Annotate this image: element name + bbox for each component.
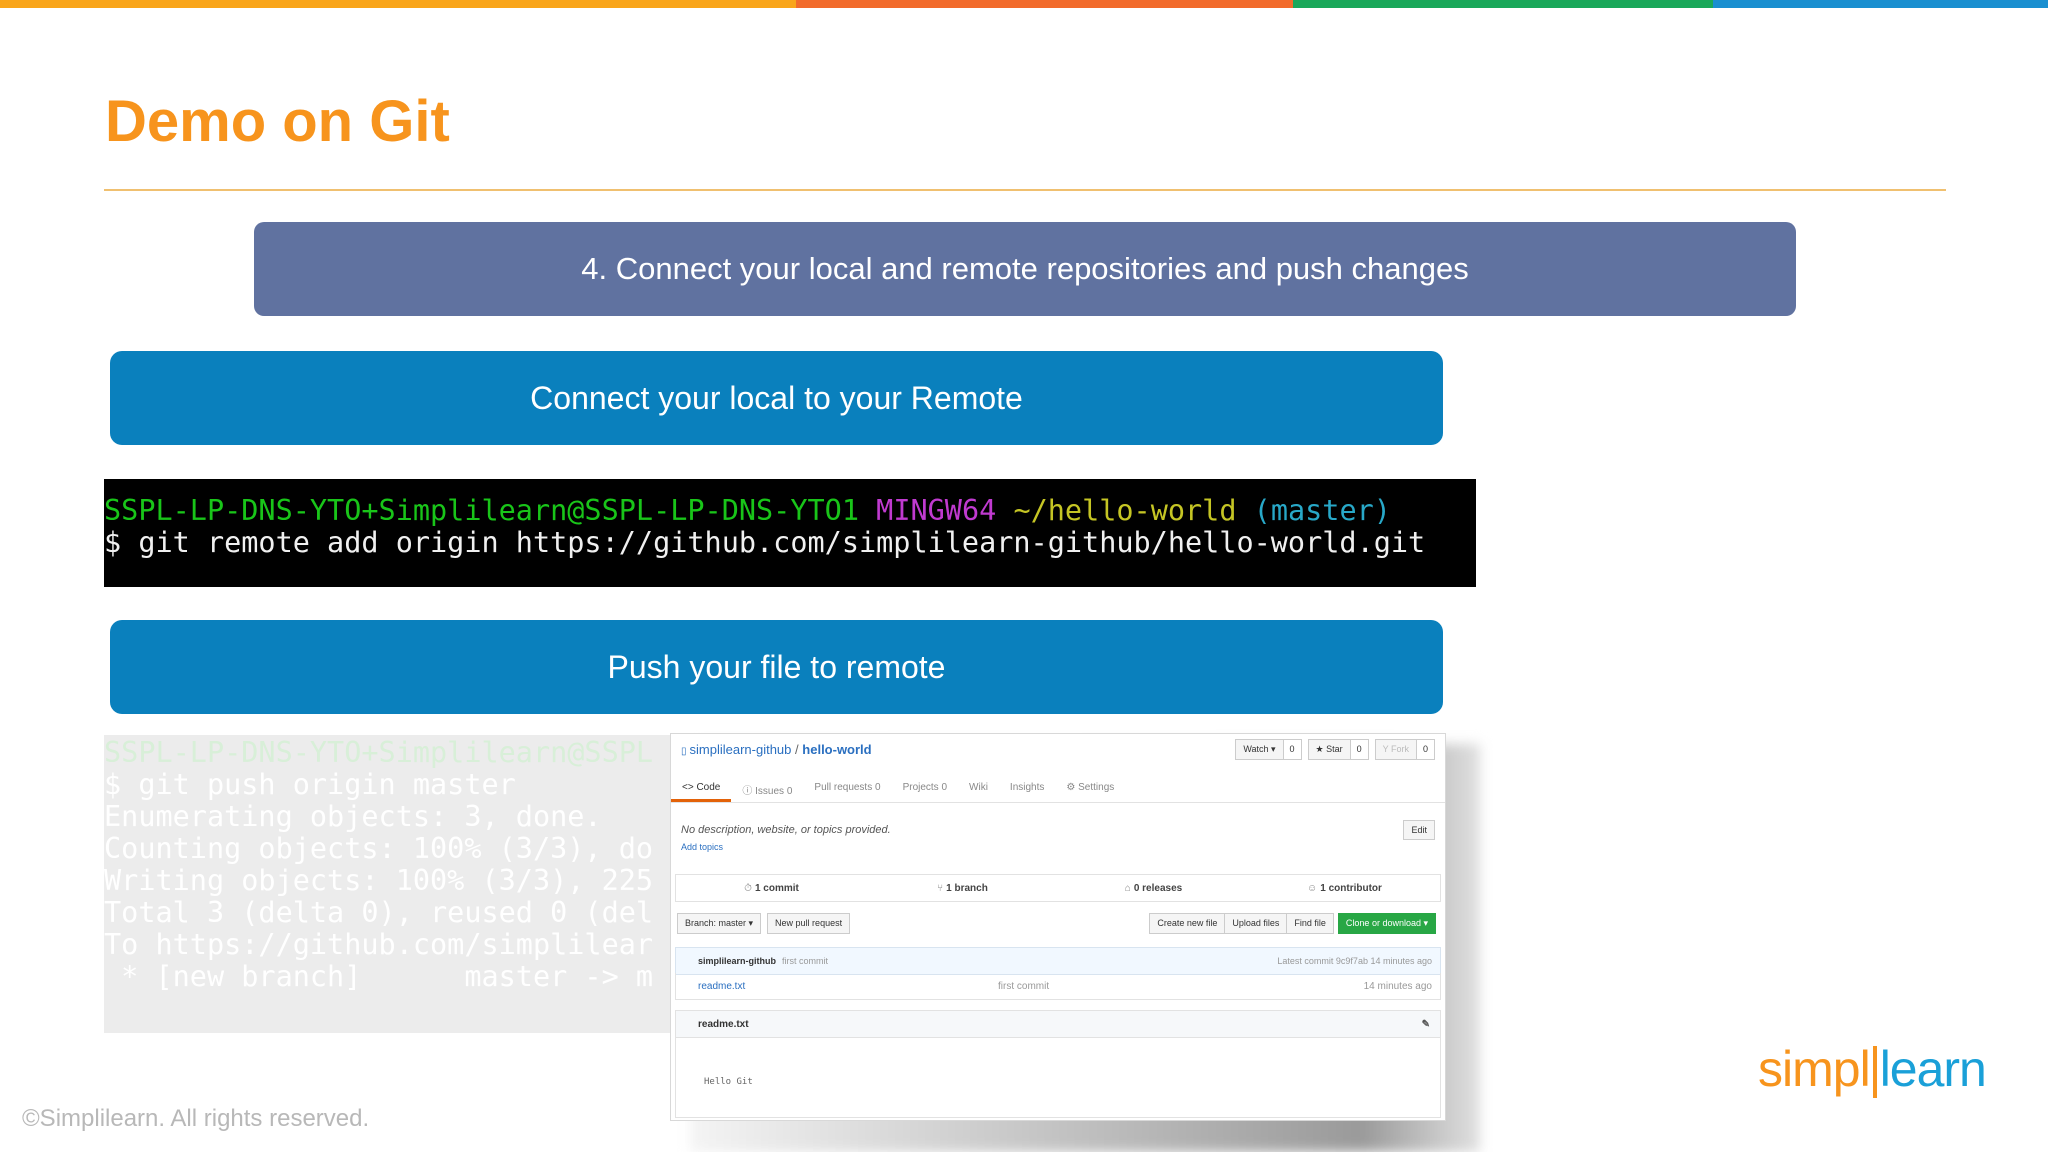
push-line: To https://github.com/simplilear xyxy=(104,928,654,961)
commit-author[interactable]: simplilearn-github xyxy=(698,956,776,966)
repo-path-separator: / xyxy=(795,742,799,757)
releases-count: 0 releases xyxy=(1133,882,1183,894)
commits-stat[interactable]: ⏱ 1 commit xyxy=(676,883,867,894)
branch-toolbar: Branch: master ▾ New pull request Create… xyxy=(677,913,1442,934)
terminal-remote-add: SSPL-LP-DNS-YTO+Simplilearn@SSPL-LP-DNS-… xyxy=(104,479,1476,587)
connect-banner-text: Connect your local to your Remote xyxy=(530,379,1023,416)
terminal-prompt-path: ~/hello-world xyxy=(1013,494,1237,527)
terminal-prompt-branch: (master) xyxy=(1253,494,1391,527)
watch-count[interactable]: 0 xyxy=(1282,739,1302,760)
tab-insights[interactable]: Insights xyxy=(999,776,1055,802)
connect-banner: Connect your local to your Remote xyxy=(110,351,1443,445)
edit-button[interactable]: Edit xyxy=(1403,820,1435,840)
logo-text-right: learn xyxy=(1879,1041,1987,1097)
terminal-prompt-user: SSPL-LP-DNS-YTO+Simplilearn@SSPL-LP-DNS-… xyxy=(104,494,859,527)
tab-wiki[interactable]: Wiki xyxy=(958,776,999,802)
people-icon: ☺ xyxy=(1307,882,1318,894)
fork-button[interactable]: Y Fork xyxy=(1374,739,1417,760)
tag-icon: ⌂ xyxy=(1124,882,1131,894)
repo-path: ▯ simplilearn-github / hello-world xyxy=(681,742,872,757)
push-line: $ git push origin master xyxy=(104,768,516,801)
push-line: Writing objects: 100% (3/3), 225 xyxy=(104,864,654,897)
push-banner: Push your file to remote xyxy=(110,620,1443,714)
branches-count: 1 branch xyxy=(946,882,988,894)
tab-pull-requests[interactable]: Pull requests 0 xyxy=(803,776,891,802)
tab-code[interactable]: <> Code xyxy=(671,776,732,802)
slide-title: Demo on Git xyxy=(105,89,450,154)
commit-message[interactable]: first commit xyxy=(782,956,828,966)
top-color-bar xyxy=(0,0,2048,8)
readme-content: Hello Git xyxy=(704,1077,753,1087)
new-pull-request-button[interactable]: New pull request xyxy=(767,913,851,934)
file-name-link[interactable]: readme.txt xyxy=(698,981,998,992)
tab-settings[interactable]: ⚙ Settings xyxy=(1055,776,1125,802)
logo-text-left: simpl xyxy=(1758,1041,1871,1097)
commits-count: 1 commit xyxy=(754,882,799,894)
title-divider xyxy=(104,189,1946,191)
top-bar-segment-green xyxy=(1293,0,1713,8)
step-banner: 4. Connect your local and remote reposit… xyxy=(254,222,1796,316)
file-age: 14 minutes ago xyxy=(1363,980,1432,992)
latest-commit-bar: simplilearn-github first commit Latest c… xyxy=(675,947,1441,975)
watch-button[interactable]: Watch ▾ xyxy=(1235,739,1284,760)
add-topics-link[interactable]: Add topics xyxy=(681,842,723,852)
clone-download-button[interactable]: Clone or download ▾ xyxy=(1337,913,1436,934)
readme-title: readme.txt xyxy=(698,1018,749,1030)
repo-description: No description, website, or topics provi… xyxy=(681,824,891,836)
push-banner-text: Push your file to remote xyxy=(607,648,946,685)
step-banner-text: 4. Connect your local and remote reposit… xyxy=(581,251,1469,286)
file-row: readme.txt first commit 14 minutes ago xyxy=(675,973,1441,1000)
copyright-notice: ©Simplilearn. All rights reserved. xyxy=(22,1105,370,1132)
file-actions: Create new file Upload files Find file C… xyxy=(1149,913,1436,934)
top-bar-segment-blue xyxy=(1713,0,2048,8)
branch-select[interactable]: Branch: master ▾ xyxy=(677,913,762,934)
contributors-stat[interactable]: ☺ 1 contributor xyxy=(1249,883,1440,894)
edit-button-wrap: Edit xyxy=(1403,820,1435,840)
repo-actions: Watch ▾ 0 ★ Star 0 Y Fork 0 xyxy=(1235,739,1435,760)
push-line: Enumerating objects: 3, done. xyxy=(104,800,602,833)
branch-icon: ⑂ xyxy=(937,882,944,894)
logo-bar-icon xyxy=(1872,1046,1877,1098)
pencil-icon[interactable]: ✎ xyxy=(1422,1019,1430,1030)
terminal-command: $ git remote add origin https://github.c… xyxy=(104,526,1426,559)
tab-issues[interactable]: ⓘ Issues 0 xyxy=(731,776,803,802)
github-repo-screenshot: ▯ simplilearn-github / hello-world Watch … xyxy=(670,733,1446,1121)
push-prompt-user: SSPL-LP-DNS-YTO+Simplilearn@SSPL xyxy=(104,736,654,769)
top-bar-segment-red xyxy=(796,0,1293,8)
create-file-button[interactable]: Create new file xyxy=(1149,913,1226,934)
top-bar-segment-orange xyxy=(0,0,796,8)
tab-projects[interactable]: Projects 0 xyxy=(892,776,958,802)
readme-header: readme.txt ✎ xyxy=(675,1010,1441,1038)
fork-count[interactable]: 0 xyxy=(1415,739,1435,760)
history-icon: ⏱ xyxy=(744,882,752,894)
repo-tabs: <> Code ⓘ Issues 0 Pull requests 0 Proje… xyxy=(671,776,1445,803)
repo-icon: ▯ xyxy=(681,746,687,757)
contributors-count: 1 contributor xyxy=(1320,882,1382,894)
repo-name-link[interactable]: hello-world xyxy=(802,742,871,757)
repo-stats-bar: ⏱ 1 commit ⑂ 1 branch ⌂ 0 releases ☺ 1 contr… xyxy=(675,874,1441,902)
releases-stat[interactable]: ⌂ 0 releases xyxy=(1058,883,1249,894)
upload-files-button[interactable]: Upload files xyxy=(1224,913,1288,934)
file-commit-message[interactable]: first commit xyxy=(998,981,1049,992)
find-file-button[interactable]: Find file xyxy=(1286,913,1334,934)
latest-commit-info: Latest commit 9c9f7ab 14 minutes ago xyxy=(1277,956,1432,966)
star-count[interactable]: 0 xyxy=(1349,739,1369,760)
github-repo-header: ▯ simplilearn-github / hello-world Watch … xyxy=(671,734,1445,768)
simplilearn-logo: simpl learn xyxy=(1758,1040,1987,1098)
push-line: Counting objects: 100% (3/3), do xyxy=(104,832,654,865)
terminal-prompt-env: MINGW64 xyxy=(876,494,997,527)
branches-stat[interactable]: ⑂ 1 branch xyxy=(867,883,1058,894)
readme-body: Hello Git xyxy=(675,1037,1441,1118)
terminal-push-faded: SSPL-LP-DNS-YTO+Simplilearn@SSPL $ git p… xyxy=(104,735,670,1033)
repo-owner-link[interactable]: simplilearn-github xyxy=(690,742,792,757)
push-line: Total 3 (delta 0), reused 0 (del xyxy=(104,896,654,929)
push-line: * [new branch] master -> m xyxy=(104,960,654,993)
star-button[interactable]: ★ Star xyxy=(1307,739,1351,760)
